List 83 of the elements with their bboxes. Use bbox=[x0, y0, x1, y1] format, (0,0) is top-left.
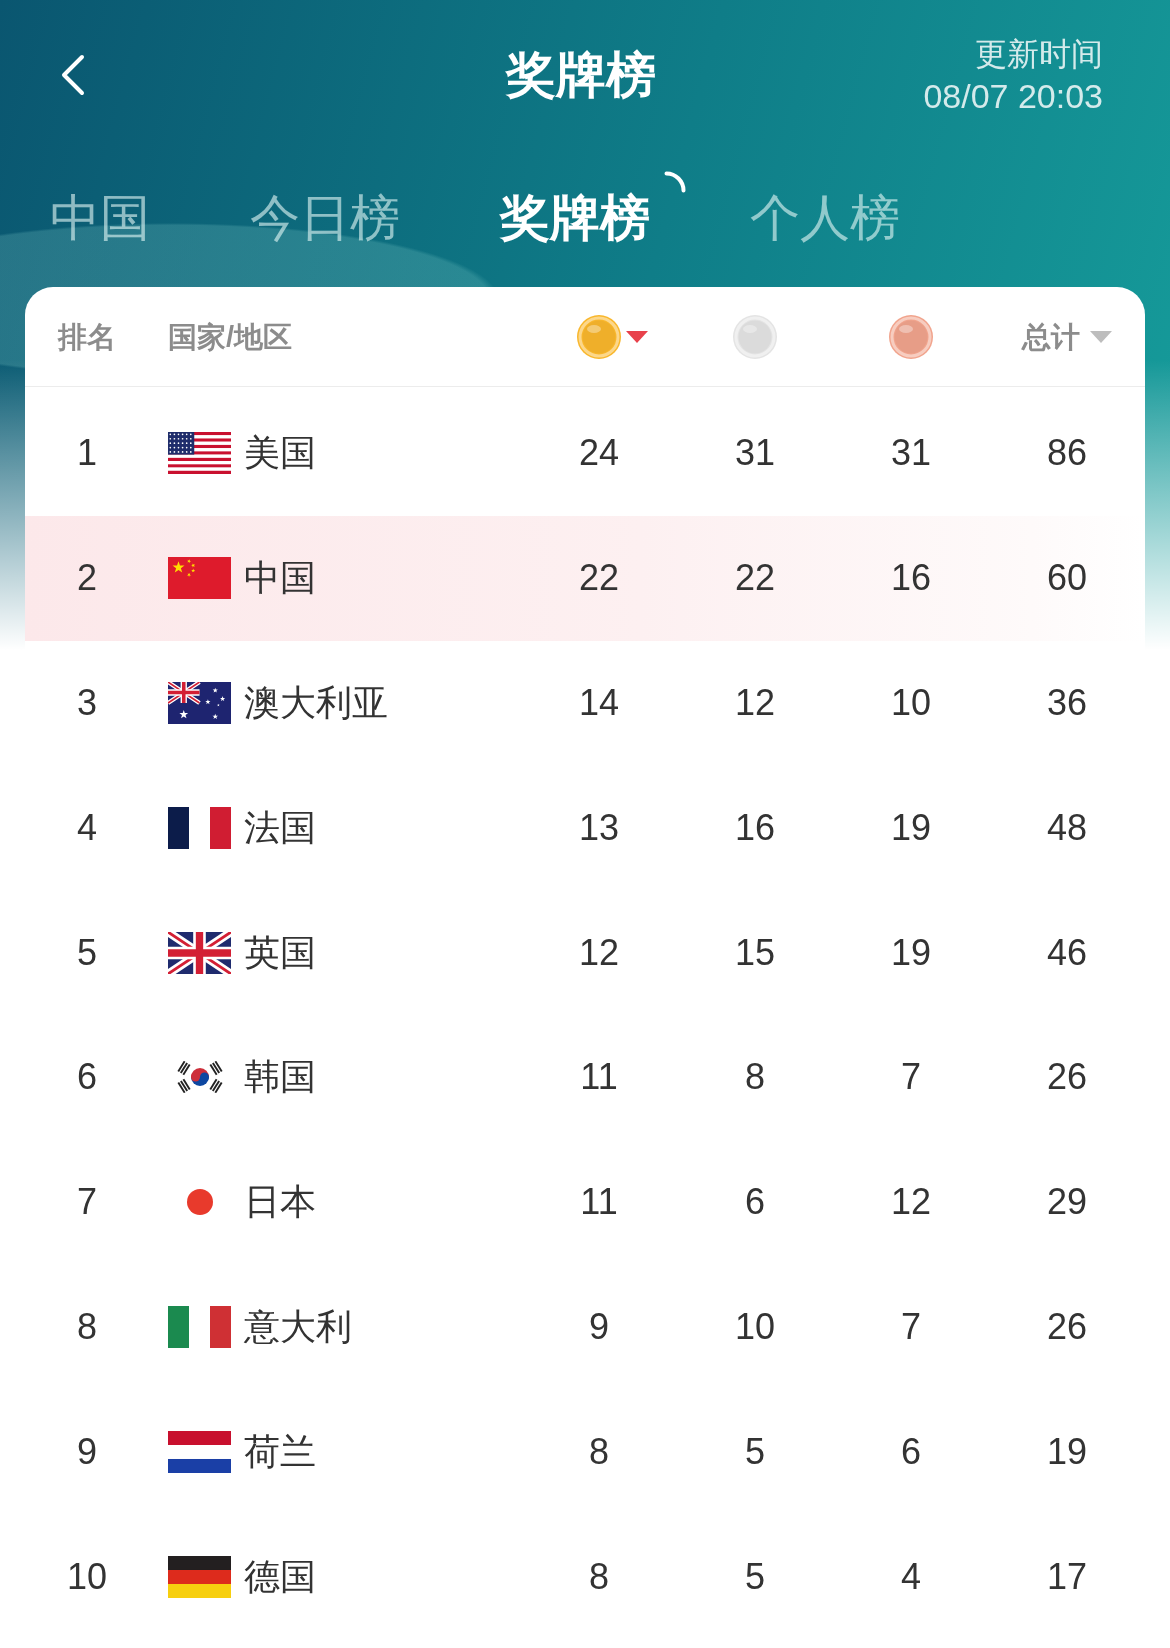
column-header: 排名 bbox=[58, 319, 116, 355]
page-title: 奖牌榜 bbox=[505, 46, 656, 105]
back-icon bbox=[60, 54, 86, 96]
medal-count-cell: 16 bbox=[890, 556, 931, 601]
total-cell: 26 bbox=[1046, 1304, 1087, 1349]
update-label: 更新时间 bbox=[974, 35, 1103, 74]
rank-cell: 5 bbox=[77, 930, 97, 975]
medal-count-cell: 22 bbox=[578, 556, 619, 601]
rank-cell: 1 bbox=[77, 431, 97, 476]
flag-icon bbox=[186, 1189, 213, 1216]
medal-count-cell: 10 bbox=[890, 681, 931, 725]
tab[interactable]: 今日榜 bbox=[250, 188, 400, 248]
total-cell: 29 bbox=[1046, 1180, 1087, 1225]
medal-count-cell: 5 bbox=[745, 1429, 765, 1474]
flag-icon bbox=[168, 557, 231, 600]
medal-count-cell: 8 bbox=[589, 1429, 609, 1474]
arc-icon bbox=[664, 171, 686, 193]
flag-icon bbox=[168, 682, 231, 724]
medal-count-cell: 11 bbox=[580, 1180, 618, 1225]
country-name: 法国 bbox=[244, 805, 316, 850]
country-name: 英国 bbox=[244, 930, 316, 975]
country-name: 意大利 bbox=[244, 1304, 352, 1349]
rank-cell: 6 bbox=[77, 1055, 97, 1100]
flag-icon bbox=[168, 806, 231, 849]
medal-count-cell: 8 bbox=[589, 1554, 609, 1599]
medal-count-cell: 6 bbox=[901, 1429, 921, 1474]
update-time: 08/07 20:03 bbox=[923, 76, 1103, 117]
column-header: 总计 bbox=[1022, 319, 1080, 355]
medal-count-cell: 31 bbox=[890, 431, 931, 476]
rank-cell: 10 bbox=[66, 1554, 107, 1599]
column-header: 国家/地区 bbox=[168, 319, 293, 355]
flag-icon bbox=[168, 1305, 231, 1348]
total-cell: 46 bbox=[1046, 930, 1087, 975]
total-cell: 86 bbox=[1046, 431, 1087, 476]
country-name: 韩国 bbox=[244, 1055, 316, 1100]
total-cell: 17 bbox=[1046, 1554, 1087, 1599]
medal-count-cell: 6 bbox=[745, 1180, 765, 1225]
medal-count-cell: 11 bbox=[580, 1055, 618, 1100]
flag-icon bbox=[168, 931, 231, 974]
medal-count-cell: 12 bbox=[578, 930, 619, 975]
flag-icon bbox=[168, 1555, 231, 1598]
medal-count-cell: 14 bbox=[578, 681, 619, 725]
country-name: 德国 bbox=[244, 1554, 316, 1599]
medal-count-cell: 9 bbox=[589, 1304, 609, 1349]
medal-count-cell: 7 bbox=[901, 1055, 921, 1100]
flag-icon bbox=[176, 1061, 223, 1094]
country-name: 美国 bbox=[244, 431, 316, 476]
country-name: 澳大利亚 bbox=[244, 681, 388, 725]
tab[interactable]: 个人榜 bbox=[750, 188, 900, 248]
total-cell: 48 bbox=[1046, 805, 1087, 850]
total-cell: 19 bbox=[1046, 1429, 1087, 1474]
flag-icon bbox=[168, 1430, 231, 1473]
total-cell: 26 bbox=[1046, 1055, 1087, 1100]
medal-count-cell: 10 bbox=[734, 1304, 775, 1349]
medal-count-cell: 4 bbox=[901, 1554, 921, 1599]
flag-icon bbox=[168, 432, 231, 475]
medal-count-cell: 5 bbox=[745, 1554, 765, 1599]
medal-count-cell: 15 bbox=[734, 930, 775, 975]
medal-count-cell: 24 bbox=[578, 431, 619, 476]
medal-count-cell: 12 bbox=[890, 1180, 931, 1225]
medal-count-cell: 16 bbox=[734, 805, 775, 850]
country-name: 荷兰 bbox=[244, 1429, 316, 1474]
medal-count-cell: 7 bbox=[901, 1304, 921, 1349]
medal-count-cell: 22 bbox=[734, 556, 775, 601]
tab[interactable]: 奖牌榜 bbox=[500, 188, 650, 248]
medal-count-cell: 31 bbox=[734, 431, 775, 476]
medal-count-cell: 13 bbox=[578, 805, 619, 850]
rank-cell: 9 bbox=[77, 1429, 97, 1474]
country-name: 日本 bbox=[244, 1180, 316, 1225]
rank-cell: 4 bbox=[77, 805, 97, 850]
rank-cell: 3 bbox=[77, 681, 97, 725]
rank-cell: 7 bbox=[77, 1180, 97, 1225]
rank-cell: 8 bbox=[77, 1304, 97, 1349]
total-cell: 36 bbox=[1046, 681, 1087, 725]
medal-count-cell: 19 bbox=[890, 805, 931, 850]
medal-count-cell: 12 bbox=[734, 681, 775, 725]
medal-count-cell: 19 bbox=[890, 930, 931, 975]
total-cell: 60 bbox=[1046, 556, 1087, 601]
sort-caret-icon[interactable] bbox=[626, 330, 648, 343]
medal-count-cell: 8 bbox=[745, 1055, 765, 1100]
tab[interactable]: 中国 bbox=[50, 188, 150, 248]
country-name: 中国 bbox=[244, 556, 316, 601]
rank-cell: 2 bbox=[77, 556, 97, 601]
